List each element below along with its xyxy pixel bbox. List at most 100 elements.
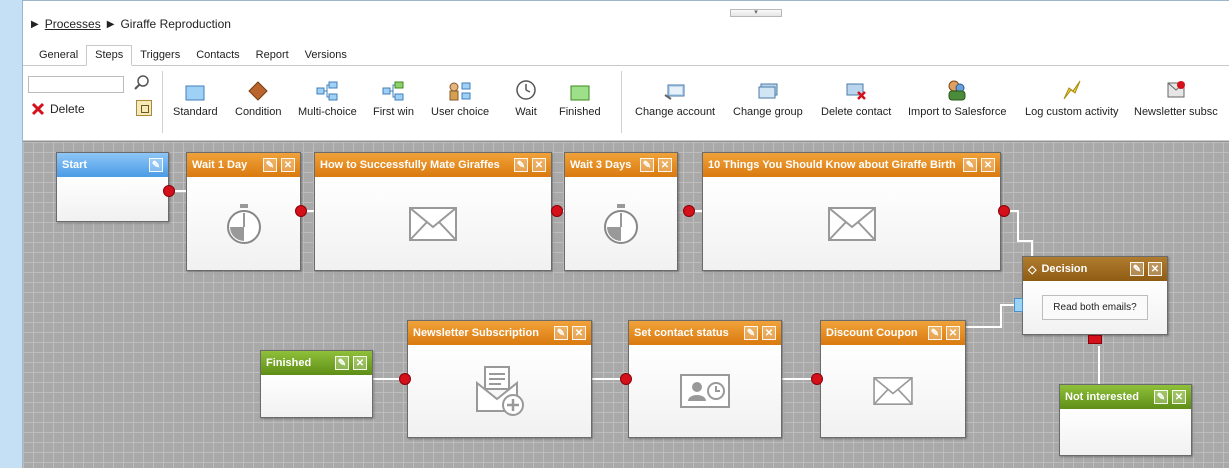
edit-icon[interactable]: ✎ [640,158,654,172]
tool-log-activity[interactable]: Log custom activity [1025,79,1119,118]
email-envelope-icon [409,206,457,241]
search-input[interactable] [28,76,124,93]
connector-dot[interactable] [683,205,695,217]
close-icon[interactable]: ✕ [658,158,672,172]
node-email-mate-giraffes[interactable]: How to Successfully Mate Giraffes ✎ ✕ [314,152,552,271]
close-icon[interactable]: ✕ [946,326,960,340]
tab-report[interactable]: Report [248,46,297,65]
node-wait-1-day-title: Wait 1 Day [192,159,248,171]
node-start-title: Start [62,159,88,171]
node-finished[interactable]: Finished ✎ ✕ [260,350,373,418]
connector-line [591,378,621,380]
node-discount-coupon[interactable]: Discount Coupon ✎ ✕ [820,320,966,438]
breadcrumb-processes-link[interactable]: Processes [45,17,101,31]
tool-log-activity-label: Log custom activity [1025,106,1119,118]
workflow-canvas[interactable]: Start ✎ Wait 1 Day ✎ ✕ How to Successfully … [23,141,1229,468]
node-newsletter-subscription[interactable]: Newsletter Subscription ✎ ✕ [407,320,592,438]
connector-dot[interactable] [551,205,563,217]
tool-newsletter-label: Newsletter subsc [1134,106,1218,118]
collapse-header-handle[interactable]: ▾ [730,9,782,17]
tool-first-win[interactable]: First win [373,79,414,118]
edit-icon[interactable]: ✎ [1130,262,1144,276]
close-icon[interactable]: ✕ [1148,262,1162,276]
tool-user-choice[interactable]: User choice [431,79,489,118]
tab-contacts[interactable]: Contacts [188,46,247,65]
toolbar-separator [621,71,622,133]
tool-newsletter[interactable]: Newsletter subsc [1134,79,1218,118]
close-icon[interactable]: ✕ [532,158,546,172]
connector-line [966,326,1002,328]
first-win-icon [382,81,404,101]
node-decision[interactable]: ◇ Decision ✎ ✕ Read both emails? [1022,256,1168,335]
close-icon[interactable]: ✕ [353,356,367,370]
newsletter-icon [1167,81,1185,98]
tab-general[interactable]: General [31,46,86,65]
connector-dot[interactable] [399,373,411,385]
edit-icon[interactable]: ✎ [263,158,277,172]
tool-import-salesforce[interactable]: Import to Salesforce [908,79,1006,118]
tab-triggers[interactable]: Triggers [132,46,188,65]
node-email-mate-giraffes-title: How to Successfully Mate Giraffes [320,159,500,171]
node-email-giraffe-birth-title: 10 Things You Should Know about Giraffe … [708,159,956,171]
connector-dot[interactable] [295,205,307,217]
node-not-interested[interactable]: Not interested ✎ ✕ [1059,384,1192,456]
node-wait-3-days-title: Wait 3 Days [570,159,632,171]
decision-true-port[interactable] [1014,298,1023,312]
change-group-icon [758,83,778,99]
delete-button[interactable]: Delete [31,102,85,116]
delete-contact-icon [846,83,867,100]
edit-icon[interactable]: ✎ [928,326,942,340]
tool-condition[interactable]: Condition [235,79,281,118]
close-icon[interactable]: ✕ [762,326,776,340]
clock-icon [516,80,536,100]
edit-icon[interactable]: ✎ [963,158,977,172]
tool-standard[interactable]: Standard [173,79,218,118]
finished-icon [570,85,590,101]
step-toolbar: Delete Standard Condition Multi-choice F… [23,67,1229,141]
close-icon[interactable]: ✕ [572,326,586,340]
connector-dot[interactable] [163,185,175,197]
node-email-giraffe-birth[interactable]: 10 Things You Should Know about Giraffe … [702,152,1001,271]
search-icon[interactable] [133,74,151,92]
tool-multi-choice[interactable]: Multi-choice [298,79,357,118]
tool-standard-label: Standard [173,106,218,118]
connector-dot[interactable] [620,373,632,385]
toolbar-separator [162,71,163,133]
connector-dot[interactable] [811,373,823,385]
edit-icon[interactable]: ✎ [335,356,349,370]
stopwatch-icon [604,203,638,244]
tool-delete-contact-label: Delete contact [821,106,892,118]
tool-multi-choice-label: Multi-choice [298,106,357,118]
node-set-contact-status[interactable]: Set contact status ✎ ✕ [628,320,782,438]
tab-versions[interactable]: Versions [297,46,355,65]
tool-first-win-label: First win [373,106,414,118]
close-icon[interactable]: ✕ [1172,390,1186,404]
edit-icon[interactable]: ✎ [514,158,528,172]
edit-icon[interactable]: ✎ [1154,390,1168,404]
salesforce-icon [948,80,966,101]
node-wait-3-days[interactable]: Wait 3 Days ✎ ✕ [564,152,678,271]
contact-status-icon [680,374,730,408]
tool-change-account[interactable]: Change account [635,79,715,118]
edit-icon[interactable]: ✎ [149,158,163,172]
node-start[interactable]: Start ✎ [56,152,169,222]
edit-icon[interactable]: ✎ [744,326,758,340]
multi-choice-icon [316,81,338,101]
node-finished-title: Finished [266,357,312,369]
tool-finished[interactable]: Finished [559,79,601,118]
edit-icon[interactable]: ✎ [554,326,568,340]
close-icon[interactable]: ✕ [281,158,295,172]
node-newsletter-subscription-title: Newsletter Subscription [413,327,539,339]
delete-x-icon [31,102,45,116]
node-discount-coupon-title: Discount Coupon [826,327,918,339]
tool-wait[interactable]: Wait [515,79,537,118]
connector-dot[interactable] [998,205,1010,217]
tab-steps[interactable]: Steps [86,45,133,66]
tool-delete-contact[interactable]: Delete contact [821,79,891,118]
close-icon[interactable]: ✕ [981,158,995,172]
fit-to-screen-button[interactable] [136,100,152,116]
decision-false-port[interactable] [1088,335,1102,344]
node-wait-1-day[interactable]: Wait 1 Day ✎ ✕ [186,152,301,271]
tool-change-group[interactable]: Change group [733,79,803,118]
breadcrumb: ▶ Processes ▶ Giraffe Reproduction [31,17,231,31]
